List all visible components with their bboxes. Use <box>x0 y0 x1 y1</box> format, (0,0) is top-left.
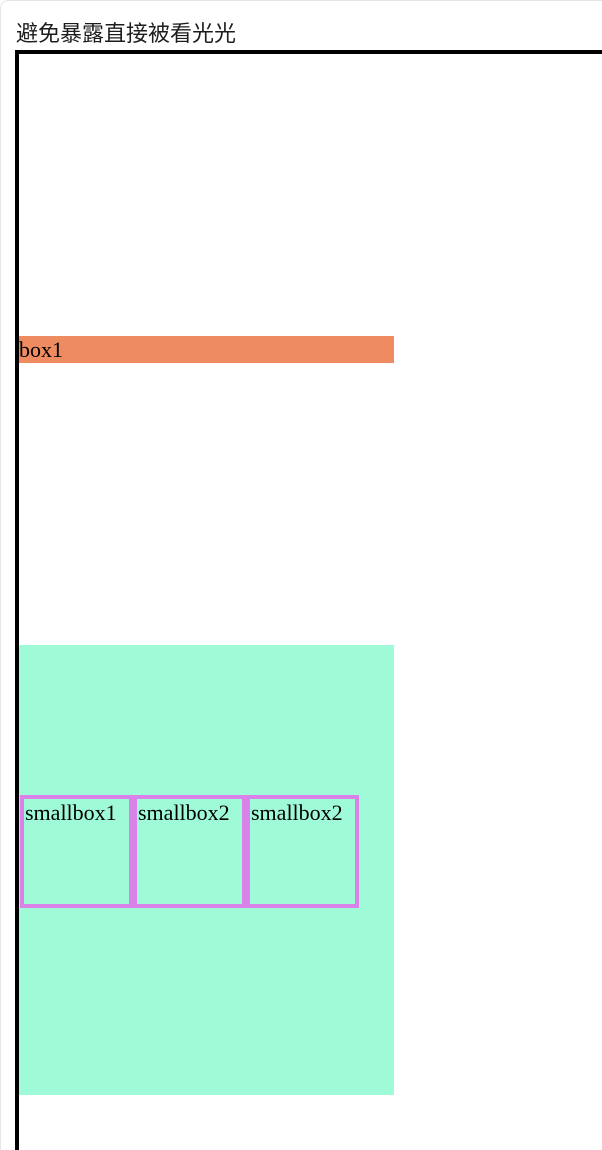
smallbox-2: smallbox2 <box>133 795 246 908</box>
page-title: 避免暴露直接被看光光 <box>16 22 237 47</box>
smallbox-1: smallbox1 <box>20 795 133 908</box>
page-canvas: 避免暴露直接被看光光 box1 smallbox1 smallbox2 smal… <box>0 0 602 1150</box>
box2-container: smallbox1 smallbox2 smallbox2 <box>19 645 394 1095</box>
demo-container: box1 smallbox1 smallbox2 smallbox2 <box>15 50 602 1150</box>
box1: box1 <box>19 336 394 363</box>
smallbox-3: smallbox2 <box>246 795 359 908</box>
